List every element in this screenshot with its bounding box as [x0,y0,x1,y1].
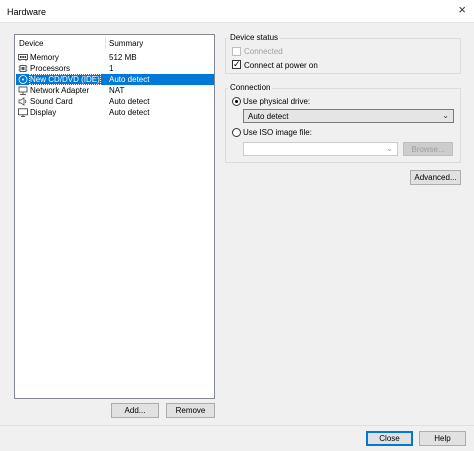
device-status-title: Device status [228,33,281,42]
memory-icon [18,54,28,61]
device-name: Memory [30,53,59,62]
processor-icon [18,65,28,72]
add-device-button[interactable]: Add... [111,403,159,418]
advanced-button[interactable]: Advanced... [410,170,461,185]
help-button[interactable]: Help [419,431,466,446]
use-physical-drive-label: Use physical drive: [243,97,311,106]
network-adapter-icon [18,86,28,95]
footer-divider [0,425,474,426]
browse-button[interactable]: Browse... [403,142,453,156]
list-item-cd-dvd[interactable]: New CD/DVD (IDE) Auto detect [16,74,214,85]
device-summary: 1 [109,64,114,73]
iso-image-path-input[interactable]: ⌄ [243,142,398,156]
list-item-processors[interactable]: Processors 1 [16,63,214,74]
physical-drive-select[interactable]: Auto detect ⌄ [243,109,454,123]
device-name: Network Adapter [30,86,90,95]
column-header-summary[interactable]: Summary [109,39,143,48]
radio-selected-dot [235,100,238,103]
close-icon[interactable]: × [458,3,466,17]
window-title: Hardware [7,7,47,17]
connect-at-power-on-label: Connect at power on [244,61,318,70]
connection-title: Connection [228,83,273,92]
device-summary: Auto detect [109,97,150,106]
display-icon [18,108,28,117]
device-summary: Auto detect [109,75,150,84]
connected-label: Connected [244,47,283,56]
list-item-memory[interactable]: Memory 512 MB [16,52,214,63]
device-summary: NAT [109,86,125,95]
list-item-display[interactable]: Display Auto detect [16,107,214,118]
remove-device-button[interactable]: Remove [166,403,215,418]
connected-checkbox[interactable] [232,47,241,56]
device-name: Sound Card [30,97,73,106]
column-header-device[interactable]: Device [19,39,43,48]
list-header: Device Summary [15,35,214,51]
title-bar: Hardware × [0,0,474,23]
physical-drive-value: Auto detect [248,112,289,121]
cd-dvd-icon [18,75,28,84]
use-iso-image-label: Use ISO image file: [243,128,312,137]
list-item-sound-card[interactable]: Sound Card Auto detect [16,96,214,107]
use-physical-drive-radio[interactable] [232,97,241,106]
device-name: Processors [30,64,71,73]
chevron-down-icon: ⌄ [386,144,393,153]
list-item-network-adapter[interactable]: Network Adapter NAT [16,85,214,96]
chevron-down-icon: ⌄ [442,111,449,120]
device-name: Display [30,108,57,117]
sound-card-icon [18,97,27,106]
checkmark-icon: ✓ [233,59,241,69]
connect-at-power-on-checkbox[interactable]: ✓ [232,59,241,69]
device-name: New CD/DVD (IDE) [29,74,101,85]
device-list[interactable]: Device Summary Memory 512 MB Processors … [14,34,215,399]
use-iso-image-radio[interactable] [232,128,241,137]
device-summary: Auto detect [109,108,150,117]
column-separator[interactable] [105,37,106,49]
close-button[interactable]: Close [366,431,413,446]
device-summary: 512 MB [109,53,137,62]
